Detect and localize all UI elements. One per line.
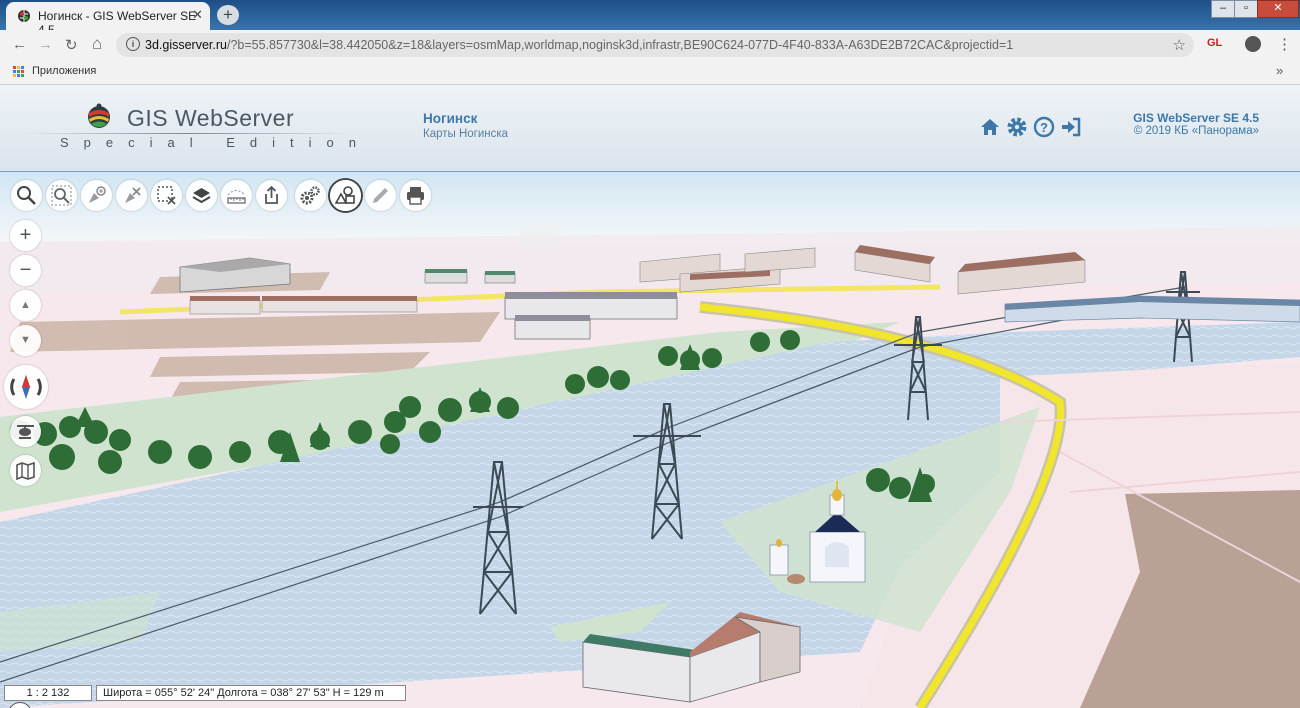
logo-subtitle: Special Edition: [60, 135, 371, 150]
settings-gear-icon[interactable]: [1006, 116, 1028, 138]
settings-gears-icon: [300, 186, 320, 205]
tilt-up-button[interactable]: ▲: [10, 290, 41, 321]
browser-tab-strip: Ногинск - GIS WebServer SE 4.5 ✕ + – ▫ ✕: [0, 0, 1300, 37]
map-scene: [0, 172, 1300, 708]
add-point-button[interactable]: [81, 180, 112, 211]
copyright-text: © 2019 КБ «Панорама»: [1133, 125, 1259, 137]
search-icon: [17, 186, 36, 205]
apps-grid-icon[interactable]: [13, 66, 24, 77]
login-icon[interactable]: [1060, 116, 1082, 138]
print-button[interactable]: [400, 180, 431, 211]
shapes-button[interactable]: [330, 180, 361, 211]
compass-rotate-button[interactable]: [4, 365, 48, 409]
zoom-out-button[interactable]: −: [10, 255, 41, 286]
browser-menu-icon[interactable]: ⋮: [1277, 35, 1292, 53]
cursor-coordinates: Широта = 055° 52' 24" Долгота = 038° 27'…: [96, 685, 406, 701]
bookmarks-more-icon[interactable]: »: [1276, 63, 1283, 78]
bookmarks-bar: Приложения »: [0, 60, 1300, 85]
reload-icon[interactable]: ↻: [65, 36, 78, 54]
help-icon[interactable]: ?: [1033, 116, 1055, 138]
search-button[interactable]: [11, 180, 42, 211]
remove-point-button[interactable]: [116, 180, 147, 211]
export-button[interactable]: [256, 180, 287, 211]
map-3d-view[interactable]: [0, 172, 1300, 708]
helicopter-view-button[interactable]: [10, 416, 41, 447]
layers-icon: [192, 188, 211, 204]
new-tab-button[interactable]: +: [217, 5, 239, 25]
product-version: GIS WebServer SE 4.5: [1133, 111, 1259, 125]
remove-point-icon: [125, 187, 141, 203]
browser-tab[interactable]: Ногинск - GIS WebServer SE 4.5 ✕: [6, 2, 210, 37]
edit-pencil-icon: [373, 188, 388, 203]
back-arrow-icon[interactable]: ←: [12, 36, 27, 53]
select-area-icon: [157, 186, 176, 205]
export-icon: [265, 185, 278, 204]
home-icon[interactable]: ⌂: [92, 34, 102, 54]
measure-icon: [227, 190, 246, 204]
gis-logo-globe-icon: [88, 103, 110, 128]
window-close-button[interactable]: ✕: [1257, 0, 1299, 18]
url-path: /?b=55.857730&l=38.442050&z=18&layers=os…: [226, 38, 1014, 52]
project-title: Ногинск: [423, 111, 478, 126]
select-area-button[interactable]: [151, 180, 182, 211]
zoom-in-button[interactable]: +: [10, 220, 41, 251]
home-icon[interactable]: [979, 116, 1001, 138]
logo-title: GIS WebServer: [127, 105, 295, 131]
forward-arrow-icon[interactable]: →: [38, 36, 53, 53]
add-point-icon: [89, 186, 106, 203]
url-domain: 3d.gisserver.ru: [145, 38, 227, 52]
helicopter-icon: [17, 425, 34, 439]
settings-button[interactable]: [295, 180, 326, 211]
url-input[interactable]: i 3d.gisserver.ru/?b=55.857730&l=38.4420…: [116, 33, 1194, 57]
map-icon: [16, 461, 35, 480]
gis-favicon-icon: [18, 10, 30, 22]
logo-divider: [22, 133, 352, 134]
map-scale: 1 : 2 132: [4, 685, 92, 701]
search-area-icon: [51, 185, 72, 206]
compass-icon: [10, 375, 42, 399]
bookmarks-apps-link[interactable]: Приложения: [32, 65, 96, 77]
measure-button[interactable]: [221, 180, 252, 211]
bookmark-star-icon[interactable]: ☆: [1173, 36, 1186, 54]
map-view-button[interactable]: [10, 455, 41, 486]
project-subtitle: Карты Ногинска: [423, 128, 509, 140]
svg-text:?: ?: [1040, 120, 1048, 135]
app-header: GIS WebServer Special Edition Ногинск Ка…: [0, 85, 1300, 173]
extension-gl-icon[interactable]: GL: [1207, 37, 1222, 49]
search-area-button[interactable]: [46, 180, 77, 211]
site-info-icon[interactable]: i: [126, 37, 140, 51]
layers-button[interactable]: [186, 180, 217, 211]
tab-close-icon[interactable]: ✕: [192, 7, 203, 23]
profile-avatar-icon[interactable]: [1245, 36, 1261, 52]
url-text: 3d.gisserver.ru/?b=55.857730&l=38.442050…: [145, 38, 1013, 52]
print-icon: [407, 187, 424, 205]
edit-button[interactable]: [365, 180, 396, 211]
browser-address-bar: ← → ↻ ⌂ i 3d.gisserver.ru/?b=55.857730&l…: [0, 30, 1300, 60]
shapes-icon: [335, 186, 355, 204]
window-maximize-button[interactable]: ▫: [1234, 0, 1258, 18]
tilt-down-button[interactable]: ▼: [10, 325, 41, 356]
window-minimize-button[interactable]: –: [1211, 0, 1235, 18]
